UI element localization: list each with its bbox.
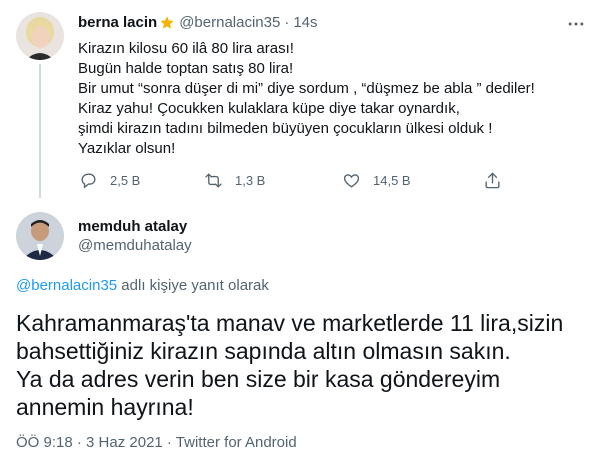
share-icon xyxy=(485,172,500,189)
thread-line xyxy=(39,64,41,198)
author-handle[interactable]: @bernalacin35 xyxy=(179,14,280,31)
tweet-line: annemin hayrına! xyxy=(16,394,194,420)
share-button[interactable] xyxy=(483,171,514,190)
star-badge-icon xyxy=(159,15,175,31)
tweet-line: Bir umut “sonra düşer di mi” diye sordum… xyxy=(78,80,535,97)
tweet-line: şimdi kirazın tadını bilmeden büyüyen ço… xyxy=(78,120,493,137)
reply-to-text: adlı kişiye yanıt olarak xyxy=(117,277,269,294)
author-name[interactable]: berna lacin xyxy=(78,14,157,31)
reply-to-link[interactable]: @bernalacin35 xyxy=(16,277,117,294)
separator: · xyxy=(284,14,290,31)
tweet-line: Ya da adres verin ben size bir kasa gönd… xyxy=(16,366,501,392)
tweet-body: Kahramanmaraş'ta manav ve marketlerde 11… xyxy=(16,309,563,421)
tweet-line: bahsettiğiniz kirazın sapında altın olma… xyxy=(16,338,511,364)
tweet-time[interactable]: 14s xyxy=(293,14,317,31)
author-name[interactable]: memduh atalay xyxy=(78,218,187,235)
reply-button[interactable]: 2,5 B xyxy=(79,171,140,190)
tweet-meta[interactable]: ÖÖ 9:18 · 3 Haz 2021 · Twitter for Andro… xyxy=(16,434,297,451)
reply-icon xyxy=(81,173,96,189)
retweet-icon xyxy=(205,173,222,188)
more-options-icon[interactable] xyxy=(566,14,586,39)
avatar-memduh[interactable] xyxy=(16,212,64,260)
author-handle[interactable]: @memduhatalay xyxy=(78,237,192,254)
tweet-body: Kirazın kilosu 60 ilâ 80 lira arası! Bug… xyxy=(78,39,535,159)
heart-icon xyxy=(343,174,360,188)
tweet-line: Yazıklar olsun! xyxy=(78,140,176,157)
tweet-line: Kiraz yahu! Çocukken kulaklara küpe diye… xyxy=(78,100,460,117)
tweet-line: Bugün halde toptan satış 80 lira! xyxy=(78,60,294,77)
reply-count: 2,5 B xyxy=(110,173,141,188)
tweet-line: Kirazın kilosu 60 ilâ 80 lira arası! xyxy=(78,40,294,57)
retweet-count: 1,3 B xyxy=(235,173,266,188)
like-count: 14,5 B xyxy=(373,173,411,188)
like-button[interactable]: 14,5 B xyxy=(342,171,411,190)
reply-context: @bernalacin35 adlı kişiye yanıt olarak xyxy=(16,277,269,294)
retweet-button[interactable]: 1,3 B xyxy=(204,171,265,190)
avatar-berna[interactable] xyxy=(16,12,64,60)
tweet-line: Kahramanmaraş'ta manav ve marketlerde 11… xyxy=(16,310,564,336)
